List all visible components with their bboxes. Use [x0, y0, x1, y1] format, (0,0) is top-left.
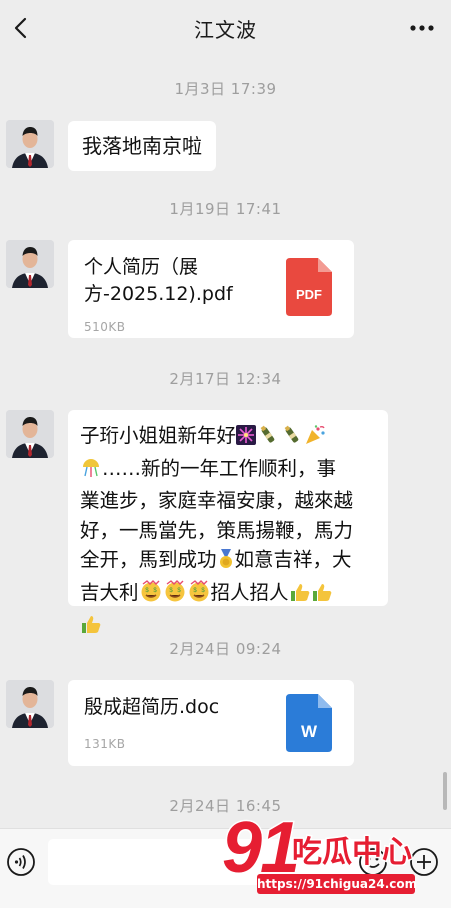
confetti-ball-icon [80, 457, 102, 487]
message-text: 招人招人 [210, 580, 289, 604]
svg-text:吃瓜中心: 吃瓜中心 [292, 835, 412, 870]
pdf-icon: PDF [286, 258, 332, 316]
chat-title: 江文波 [194, 17, 257, 42]
message-bubble[interactable]: 子珩小姐姐新年好 ……新的一年工作顺利，事 業進步，家庭幸福安康，越來越 好，一… [68, 410, 388, 633]
party-popper-icon [304, 424, 326, 454]
scrollbar[interactable] [443, 772, 447, 810]
medal-icon [217, 548, 235, 578]
message-text: 吉大利 [80, 580, 139, 604]
voice-icon[interactable] [6, 847, 36, 877]
champagne-icon [256, 424, 280, 454]
avatar[interactable] [6, 120, 54, 168]
message-line: 好，一馬當先，策馬揚鞭，馬力 [80, 518, 354, 542]
file-size: 510KB [84, 320, 126, 334]
chat-header: 江文波 [0, 0, 451, 56]
champagne-icon [280, 424, 304, 454]
money-mouth-face-icon: $ $ [139, 579, 163, 611]
word-icon-label: W [301, 722, 318, 741]
message-bubble[interactable]: 我落地南京啦 [68, 121, 216, 171]
avatar[interactable] [6, 680, 54, 728]
file-message-card[interactable]: 殷成超简历.doc 131KB W [68, 680, 354, 766]
timestamp: 2月17日 12:34 [169, 370, 282, 388]
message-line: 全开，馬到成功 如意吉祥，大 [80, 545, 376, 578]
avatar[interactable] [6, 410, 54, 458]
word-icon: W [286, 694, 332, 752]
message-line: 子珩小姐姐新年好 [80, 421, 376, 454]
message-line: 吉大利 $ $ $ $ $ $ 招人招人 [80, 578, 376, 611]
money-mouth-face-icon: $ $ [163, 579, 187, 611]
message-text: 如意吉祥，大 [234, 548, 352, 571]
message-text: 子珩小姐姐新年好 [80, 424, 237, 447]
thumbs-up-icon [289, 581, 311, 611]
message-text: ……新的一年工作顺利，事 [102, 456, 337, 480]
message-line: 業進步，家庭幸福安康，越來越 [80, 489, 354, 512]
pdf-icon-label: PDF [296, 287, 322, 302]
watermark-url: https://91chigua24.com [257, 874, 417, 894]
more-dots-icon[interactable] [409, 18, 435, 38]
avatar[interactable] [6, 240, 54, 288]
timestamp: 2月24日 09:24 [169, 640, 282, 658]
message-line: ……新的一年工作顺利，事 [80, 454, 376, 487]
message-text: 我落地南京啦 [82, 134, 202, 158]
message-text: 全开，馬到成功 [80, 548, 217, 571]
chevron-left-icon[interactable] [8, 10, 36, 46]
money-mouth-face-icon: $ $ [187, 579, 211, 611]
file-message-card[interactable]: 个人简历（展 方-2025.12).pdf 510KB PDF [68, 240, 354, 338]
timestamp: 1月19日 17:41 [169, 200, 282, 218]
fireworks-icon [236, 424, 257, 454]
timestamp: 1月3日 17:39 [174, 80, 277, 98]
thumbs-up-icon [311, 581, 333, 611]
